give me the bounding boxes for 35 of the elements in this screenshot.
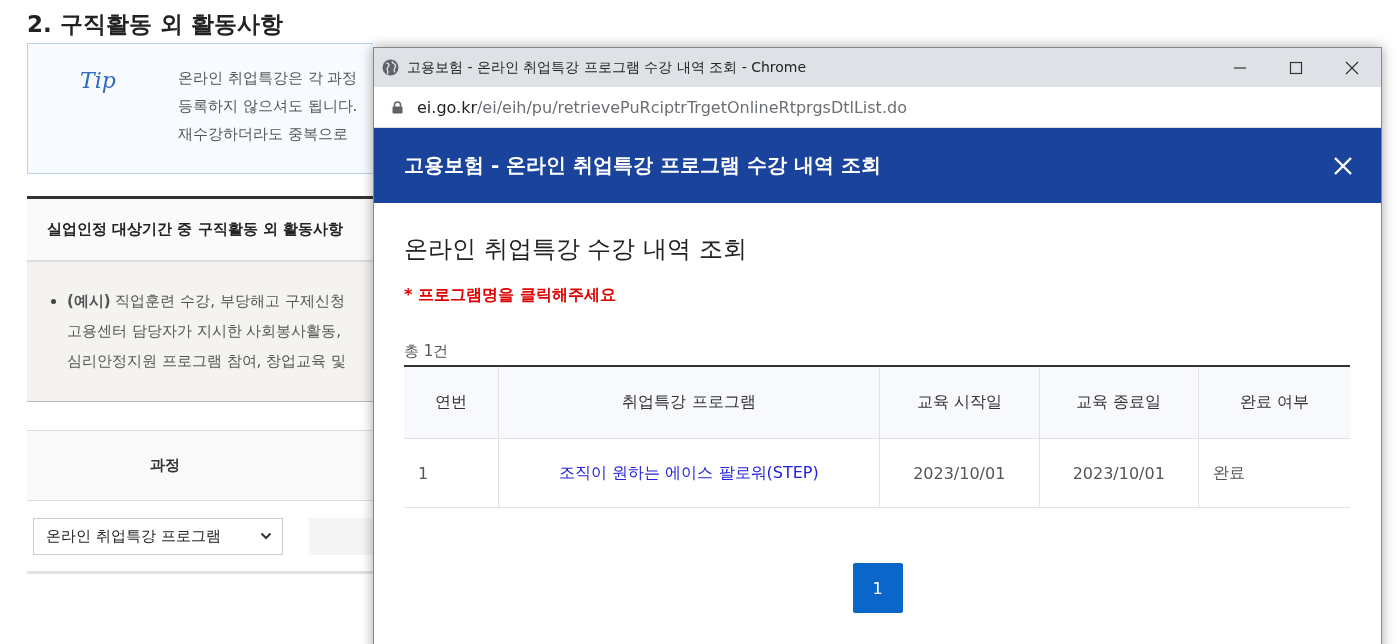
input-field[interactable] (309, 517, 373, 555)
program-link[interactable]: 조직이 원하는 에이스 팔로워(STEP) (498, 438, 880, 508)
column-header: 교육 시작일 (879, 366, 1039, 439)
content-title: 온라인 취업특강 수강 내역 조회 (404, 234, 748, 265)
table-cell: 2023/10/01 (1039, 438, 1199, 508)
lock-icon (392, 100, 403, 114)
tip-label: Tip (80, 68, 117, 95)
tip-text: 온라인 취업특강은 각 과정 (178, 68, 358, 89)
address-bar[interactable]: ei.go.kr/ei/eih/pu/retrievePuRciptrTrgetOnlineRtprgsDtlList.do (374, 87, 1381, 128)
tip-text: 재수강하더라도 중복으로 (178, 124, 349, 145)
popup-title: 고용보험 - 온라인 취업특강 프로그램 수강 내역 조회 (404, 152, 882, 179)
section-heading: 2. 구직활동 외 활동사항 (27, 10, 284, 39)
example-text: 고용센터 담당자가 지시한 사회봉사활동, (67, 321, 342, 342)
total-count: 총 1건 (404, 342, 450, 362)
column-header: 연번 (404, 366, 499, 439)
page-button[interactable]: 1 (852, 563, 903, 613)
bullet-icon (51, 299, 56, 304)
url-text: ei.go.kr/ei/eih/pu/retrievePuRciptrTrgetOnlineRtprgsDtlList.do (417, 97, 907, 117)
table-cell: 1 (404, 438, 499, 508)
example-text: (예시) 직업훈련 수강, 부당해고 구제신청 (67, 291, 345, 312)
maximize-icon[interactable] (1289, 60, 1303, 75)
column-header: 과정 (149, 456, 181, 475)
window-title: 고용보험 - 온라인 취업특강 프로그램 수강 내역 조회 - Chrome (407, 58, 808, 77)
caret-icon (260, 532, 272, 540)
example-text: 심리안정지원 프로그램 참여, 창업교육 및 (67, 351, 346, 372)
column-header: 교육 종료일 (1039, 366, 1199, 439)
course-select[interactable]: 온라인 취업특강 프로그램 (33, 517, 283, 555)
column-header: 취업특강 프로그램 (498, 366, 880, 439)
globe-icon (382, 59, 399, 76)
table-cell: 2023/10/01 (879, 438, 1039, 508)
close-icon[interactable] (1345, 60, 1359, 75)
column-header: 완료 여부 (1198, 366, 1350, 439)
notice-text: * 프로그램명을 클릭해주세요 (404, 285, 617, 306)
tip-text: 등록하지 않으셔도 됩니다. (178, 96, 358, 117)
section-title: 실업인정 대상기간 중 구직활동 외 활동사항 (47, 220, 344, 239)
